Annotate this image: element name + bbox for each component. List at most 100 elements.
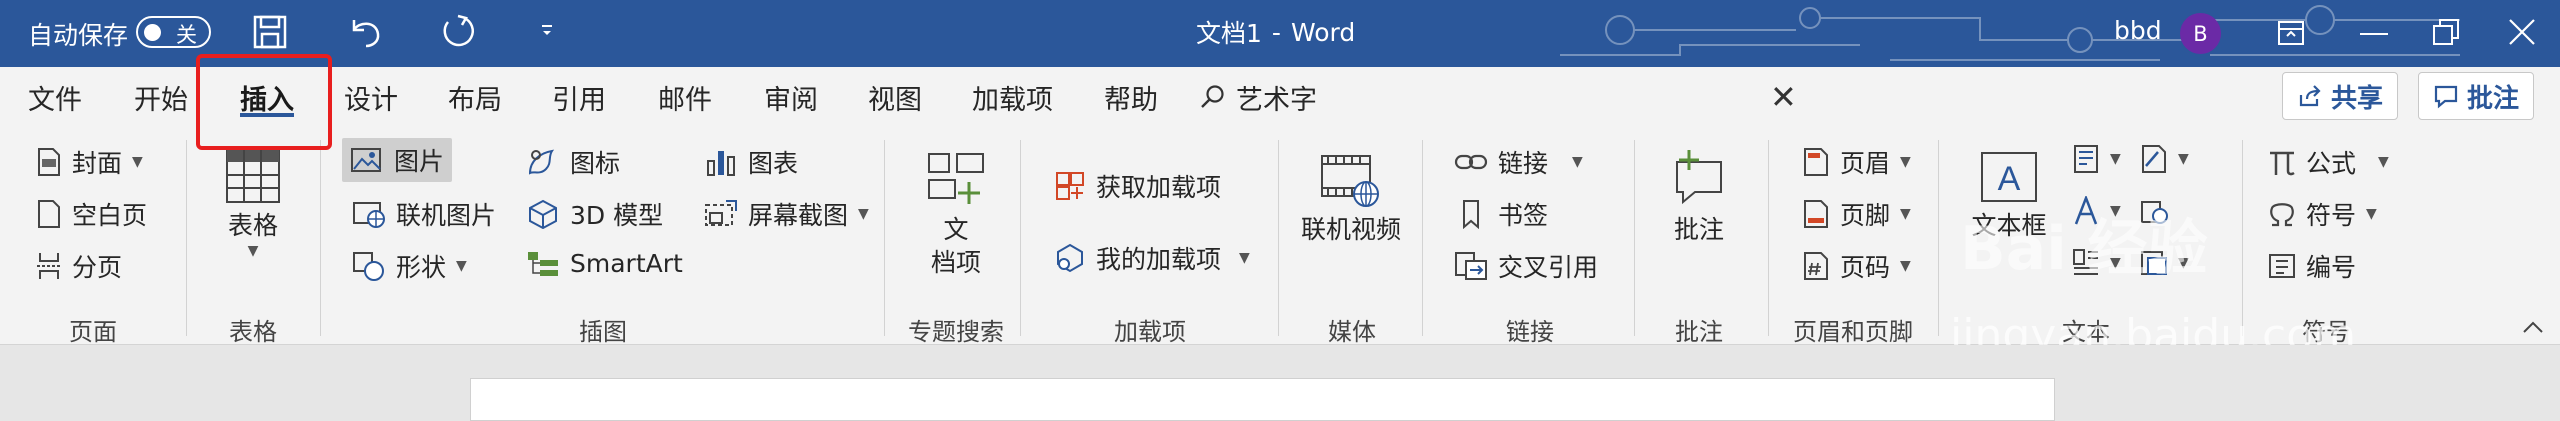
link-button[interactable]: 链接 ▼ [1454, 144, 1583, 180]
get-addins-button[interactable]: 获取加载项 [1054, 168, 1221, 204]
word-window: 自动保存 关 文档1 - Word bbd B 文件 开始 插入 设计 布局 引… [0, 0, 2560, 421]
chart-icon [707, 151, 735, 176]
tab-file[interactable]: 文件 [28, 75, 82, 119]
undo-button[interactable] [346, 14, 384, 50]
tab-view[interactable]: 视图 [868, 75, 922, 119]
chevron-down-icon [542, 25, 552, 35]
tell-me-search[interactable]: 艺术字 [1200, 75, 1317, 119]
document-title: 文档1 [1196, 19, 1262, 48]
close-search-button[interactable]: ✕ [1770, 78, 1797, 116]
header-button[interactable]: 页眉 ▼ [1802, 144, 1911, 180]
group-label-pages: 页面 [69, 318, 117, 346]
shapes-label: 形状 [396, 253, 447, 282]
ribbon-display-options-button[interactable] [2276, 18, 2306, 48]
online-video-button[interactable]: 联机视频 [1298, 152, 1404, 247]
new-comment-button[interactable]: 批注 [1654, 148, 1744, 247]
screenshot-label: 屏幕截图 [748, 201, 849, 230]
customize-qat-button[interactable] [540, 22, 554, 40]
group-label-comments: 批注 [1675, 318, 1723, 346]
chevron-down-icon: ▼ [132, 154, 143, 170]
document-item-label-line2: 档项 [930, 247, 981, 277]
blank-page-button[interactable]: 空白页 [36, 196, 147, 232]
document-item-label-line1: 文 [943, 215, 969, 244]
new-comment-label: 批注 [1673, 215, 1724, 244]
watermark-logo: Bai 经验 [1960, 214, 2208, 284]
document-item-button[interactable]: 文档项 [914, 148, 998, 279]
minimize-button[interactable] [2360, 32, 2388, 36]
redo-button[interactable] [438, 12, 476, 50]
comments-button[interactable]: 批注 [2418, 72, 2535, 120]
signature-line-button[interactable]: ▼ [2140, 144, 2189, 174]
group-label-media: 媒体 [1328, 318, 1376, 346]
footer-button[interactable]: 页脚 ▼ [1802, 196, 1911, 232]
blank-page-icon [38, 200, 60, 228]
ribbon-options-icon [2278, 21, 2304, 45]
quick-parts-button[interactable]: ▼ [2072, 144, 2121, 174]
chevron-down-icon: ▼ [247, 242, 259, 259]
group-label-topic-search: 专题搜索 [908, 318, 1004, 346]
3d-models-button[interactable]: 3D 模型 [526, 196, 663, 232]
document-page[interactable] [470, 378, 2055, 421]
table-icon [226, 149, 280, 203]
header-label: 页眉 [1840, 149, 1891, 178]
online-video-icon [1321, 155, 1379, 207]
avatar[interactable]: B [2180, 13, 2221, 54]
equation-button[interactable]: 公式 ▼ [2268, 144, 2389, 180]
shapes-icon [353, 252, 384, 281]
cover-page-button[interactable]: 封面 ▼ [36, 144, 143, 180]
collapse-ribbon-button[interactable] [2522, 312, 2544, 340]
tab-help[interactable]: 帮助 [1104, 75, 1158, 119]
bookmark-icon [1463, 200, 1479, 229]
page-break-button[interactable]: 分页 [36, 248, 122, 284]
bookmark-button[interactable]: 书签 [1454, 196, 1548, 232]
save-button[interactable] [252, 14, 288, 50]
group-label-links: 链接 [1506, 318, 1554, 346]
tab-review[interactable]: 审阅 [764, 75, 818, 119]
get-addins-label: 获取加载项 [1096, 173, 1222, 202]
new-comment-icon [1676, 150, 1722, 205]
tab-design[interactable]: 设计 [344, 75, 398, 119]
symbol-button[interactable]: 符号 ▼ [2268, 196, 2377, 232]
document-item-label: 文档项 [931, 214, 981, 279]
cross-reference-button[interactable]: 交叉引用 [1454, 248, 1598, 284]
table-button[interactable]: 表格 ▼ [218, 148, 288, 259]
cover-page-label: 封面 [72, 149, 123, 178]
chart-button[interactable]: 图表 [704, 144, 798, 180]
restore-button[interactable] [2432, 18, 2460, 46]
pictures-button[interactable]: 图片 [342, 138, 453, 182]
smartart-label: SmartArt [570, 248, 683, 278]
chevron-down-icon: ▼ [2178, 151, 2189, 167]
pictures-label: 图片 [394, 147, 445, 176]
icons-button[interactable]: 图标 [526, 144, 620, 180]
close-window-button[interactable] [2508, 18, 2536, 46]
my-addins-button[interactable]: 我的加载项 ▼ [1054, 240, 1250, 276]
number-button[interactable]: 编号 [2268, 248, 2356, 284]
tab-addins[interactable]: 加载项 [972, 75, 1053, 119]
smartart-button[interactable]: SmartArt [526, 248, 683, 278]
pi-icon [2270, 151, 2295, 176]
tab-layout[interactable]: 布局 [448, 75, 502, 119]
chevron-down-icon: ▼ [2110, 151, 2121, 167]
page-number-button[interactable]: 页码 ▼ [1802, 248, 1911, 284]
chevron-down-icon: ▼ [2366, 206, 2377, 222]
screenshot-button[interactable]: 屏幕截图 ▼ [704, 196, 869, 232]
symbol-label: 符号 [2306, 201, 2357, 230]
share-button[interactable]: 共享 [2282, 72, 2399, 120]
user-name[interactable]: bbd [2114, 16, 2162, 45]
equation-label: 公式 [2306, 149, 2357, 178]
group-separator [884, 140, 885, 336]
link-icon [1454, 154, 1488, 170]
smartart-icon [528, 252, 558, 276]
header-icon [1804, 148, 1828, 176]
autosave-toggle[interactable]: 关 [136, 16, 211, 48]
toggle-knob [144, 24, 161, 41]
online-pictures-button[interactable]: 联机图片 [352, 196, 496, 232]
close-icon [2509, 19, 2535, 45]
tab-mailings[interactable]: 邮件 [658, 75, 712, 119]
shapes-button[interactable]: 形状 ▼ [352, 248, 467, 284]
window-title: 文档1 - Word [1196, 14, 1355, 50]
page-break-label: 分页 [72, 253, 123, 282]
tab-home[interactable]: 开始 [134, 75, 188, 119]
tab-references[interactable]: 引用 [552, 75, 606, 119]
group-separator [1278, 140, 1279, 336]
